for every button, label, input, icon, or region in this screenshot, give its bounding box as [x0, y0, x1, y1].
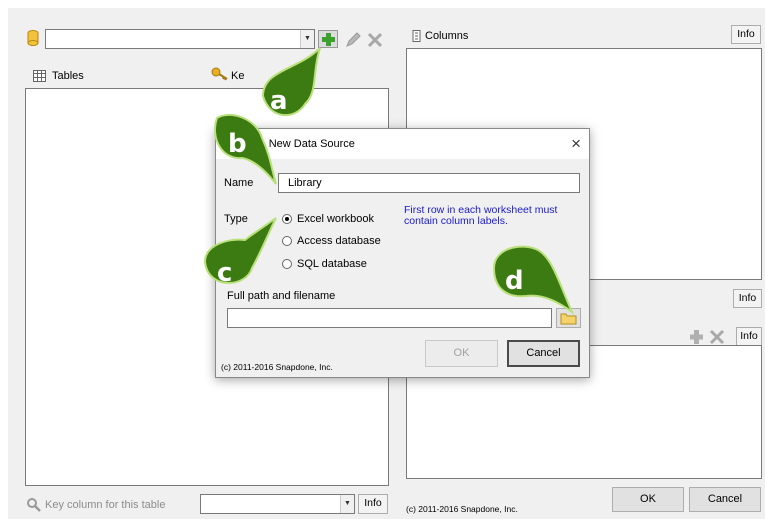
tables-label: Tables: [52, 70, 84, 82]
radio-excel[interactable]: [282, 214, 292, 224]
hint-text: First row in each worksheet must contain…: [404, 204, 558, 227]
columns-info-button[interactable]: Info: [731, 25, 761, 44]
name-label: Name: [224, 177, 254, 189]
key-search-icon: [27, 498, 41, 512]
dialog-ok-button[interactable]: OK: [425, 340, 498, 367]
path-label: Full path and filename: [227, 290, 336, 302]
database-icon: [27, 30, 39, 46]
folder-icon: [560, 313, 577, 325]
path-field[interactable]: [227, 308, 552, 328]
key-column-info-button[interactable]: Info: [358, 494, 388, 514]
copyright-text: (c) 2011-2016 Snapdone, Inc.: [406, 504, 518, 514]
edit-pencil-icon[interactable]: [344, 31, 362, 49]
radio-access[interactable]: [282, 236, 292, 246]
type-option-sql[interactable]: SQL database: [297, 258, 367, 270]
relations-info-button[interactable]: Info: [736, 327, 762, 346]
add-data-source-button[interactable]: [318, 30, 338, 48]
new-data-source-dialog: - New Data Source × Name Library Type Ex…: [215, 128, 590, 378]
name-field[interactable]: Library: [278, 173, 580, 193]
dialog-cancel-button[interactable]: Cancel: [507, 340, 580, 367]
dialog-title-bar: - New Data Source ×: [216, 129, 589, 159]
type-option-excel[interactable]: Excel workbook: [297, 213, 374, 225]
delete-x-icon[interactable]: [366, 31, 384, 49]
close-icon[interactable]: ×: [571, 134, 581, 154]
keys-label: Ke: [231, 70, 245, 82]
table-grid-icon: [33, 70, 46, 82]
radio-sql[interactable]: [282, 259, 292, 269]
key-column-label: Key column for this table: [45, 499, 166, 511]
ok-button[interactable]: OK: [612, 487, 684, 512]
chevron-down-icon[interactable]: ▼: [300, 30, 314, 48]
chevron-down-icon[interactable]: ▼: [340, 495, 354, 513]
document-icon: [412, 30, 421, 42]
add-icon[interactable]: [688, 328, 706, 346]
key-column-combo[interactable]: ▼: [200, 494, 355, 514]
key-icon: [211, 67, 228, 81]
add-icon: [322, 33, 335, 46]
browse-button[interactable]: [556, 308, 581, 328]
delete-x-icon[interactable]: [708, 328, 726, 346]
type-label: Type: [224, 213, 248, 225]
dialog-title: - New Data Source: [262, 138, 355, 150]
cancel-button[interactable]: Cancel: [689, 487, 761, 512]
type-option-access[interactable]: Access database: [297, 235, 381, 247]
dialog-copyright: (c) 2011-2016 Snapdone, Inc.: [221, 362, 333, 372]
keys-info-button[interactable]: Info: [733, 289, 762, 308]
columns-label: Columns: [425, 30, 469, 42]
data-source-combo[interactable]: ▼: [45, 29, 315, 49]
